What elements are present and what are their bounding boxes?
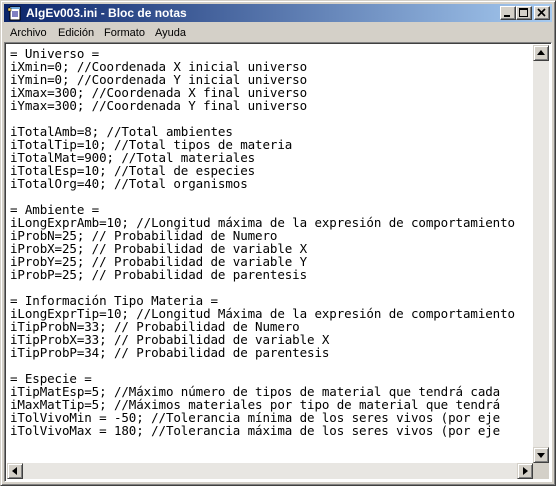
text-line: iTotalOrg=40; //Total organismos [10,176,248,191]
notepad-icon[interactable] [7,5,23,21]
window-title: AlgEv003.ini - Bloc de notas [26,6,187,20]
menu-archivo[interactable]: Archivo [10,26,47,40]
menu-edicion[interactable]: Edición [58,26,94,40]
menu-formato[interactable]: Formato [104,26,145,40]
menu-bar: Archivo Edición Formato Ayuda [4,23,552,42]
horizontal-scrollbar[interactable] [7,463,533,479]
scroll-down-button[interactable] [533,447,549,463]
text-line: iTipProbP=34; // Probabilidad de parente… [10,345,330,360]
text-editor[interactable]: = Universo = iXmin=0; //Coordenada X inic… [7,45,533,463]
notepad-window: AlgEv003.ini - Bloc de notas Archivo Edi… [0,0,556,486]
title-bar[interactable]: AlgEv003.ini - Bloc de notas [4,4,552,22]
arrow-left-icon [12,467,17,475]
scroll-left-button[interactable] [7,463,23,479]
close-icon [537,8,546,17]
scroll-up-button[interactable] [533,45,549,61]
editor-frame: = Universo = iXmin=0; //Coordenada X inic… [4,42,552,482]
close-button[interactable] [534,6,550,20]
text-line: iTolVivoMax = 180; //Tolerancia máxima d… [10,423,501,438]
scroll-right-button[interactable] [517,463,533,479]
maximize-icon [519,8,528,17]
minimize-icon [504,15,510,17]
arrow-up-icon [537,50,545,55]
minimize-button[interactable] [500,6,516,20]
arrow-down-icon [537,453,545,458]
scrollbar-corner [533,463,549,479]
text-line: iProbP=25; // Probabilidad de parentesis [10,267,308,282]
maximize-button[interactable] [516,6,532,20]
text-line: iYmax=300; //Coordenada Y final universo [10,98,308,113]
menu-ayuda[interactable]: Ayuda [155,26,186,40]
arrow-right-icon [523,467,528,475]
vertical-scrollbar[interactable] [533,45,549,463]
